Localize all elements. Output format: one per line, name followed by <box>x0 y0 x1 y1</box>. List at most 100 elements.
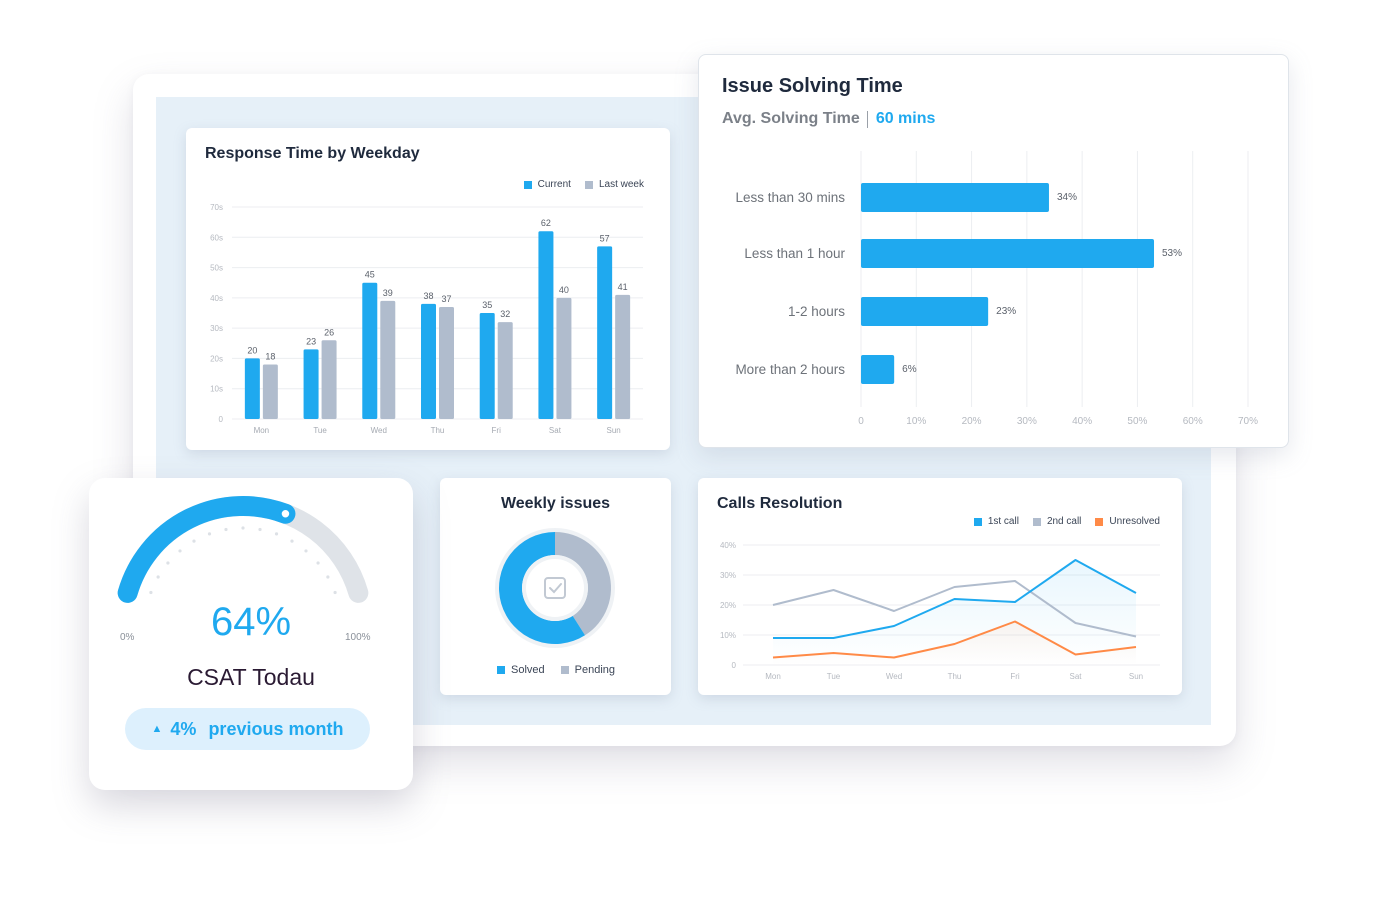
x-tick-label: Wed <box>886 672 902 681</box>
bar-last-week <box>615 294 631 419</box>
bar-value-label: 62 <box>541 218 551 228</box>
x-tick-label: 60% <box>1183 416 1203 427</box>
legend-label-solved: Solved <box>511 664 545 676</box>
gauge-tick-dot <box>178 549 182 553</box>
issue-solving-card: Issue Solving Time Avg. Solving Time 60 … <box>698 54 1289 448</box>
gauge-tick-dot <box>326 575 330 579</box>
bar <box>861 239 1155 268</box>
x-tick-label: Fri <box>1010 672 1020 681</box>
calls-resolution-card: Calls Resolution 1st call 2nd call Unres… <box>698 478 1182 695</box>
weekly-issues-chart <box>495 528 615 648</box>
gauge-max-label: 100% <box>345 632 371 643</box>
weekly-issues-card: Weekly issues Solved Pending <box>440 478 671 695</box>
y-tick-label: 0 <box>732 661 737 670</box>
gauge-min-label: 0% <box>120 632 135 643</box>
y-tick-label: 20s <box>210 354 223 363</box>
x-tick-label: 20% <box>962 416 982 427</box>
calls-resolution-chart: 0 10% 20% 30% 40% Mon Tue Wed Thu Fri Sat Sun <box>720 541 1160 681</box>
gauge-marker <box>279 507 292 521</box>
gauge-tick-dot <box>224 527 228 532</box>
x-tick-label: Tue <box>827 672 841 681</box>
x-tick-label: Sun <box>1129 672 1143 681</box>
bar-current <box>303 349 319 419</box>
y-tick-label: 70s <box>210 203 223 212</box>
bar-value-label: 35 <box>482 300 492 310</box>
bar-value-label: 32 <box>500 309 510 319</box>
bar-value-label: 38 <box>423 291 433 301</box>
category-label: More than 2 hours <box>735 362 845 377</box>
x-tick-label: 40% <box>1072 416 1092 427</box>
gauge-tick-dot <box>304 549 308 553</box>
bar-value-label: 37 <box>441 294 451 304</box>
x-tick-label: Wed <box>371 426 387 435</box>
gauge-tick-dot <box>192 539 196 543</box>
gauge-tick-dot <box>258 527 262 532</box>
bar-value-label: 26 <box>324 327 334 337</box>
x-tick-label: 50% <box>1127 416 1147 427</box>
gauge-tick-dot <box>290 539 294 543</box>
bar-current <box>421 303 436 419</box>
bar-value-label: 18 <box>265 351 275 361</box>
x-tick-label: Thu <box>948 672 962 681</box>
y-tick-label: 30% <box>720 571 736 580</box>
bar-current <box>362 282 378 419</box>
bar-value-label: 40 <box>559 285 569 295</box>
gauge-tick-dot <box>207 532 212 536</box>
bar-last-week <box>439 306 454 419</box>
gauge-tick-dot <box>149 590 153 595</box>
bar-value-label: 41 <box>618 282 628 292</box>
x-tick-label: 10% <box>906 416 926 427</box>
legend-solved[interactable]: Solved <box>497 664 545 676</box>
legend-swatch-solved <box>497 666 505 674</box>
bar-current <box>244 358 260 419</box>
bar-value-label: 57 <box>600 233 610 243</box>
response-time-chart: 0 10s 20s 30s 40s 50s 60s 70s Mon 20 18 Tue 23 26 Wed 4… <box>210 203 643 435</box>
x-tick-label: Sat <box>549 426 562 435</box>
bar <box>861 183 1049 212</box>
x-tick-label: 0 <box>858 416 864 427</box>
x-tick-label: 70% <box>1238 416 1258 427</box>
legend-label-pending: Pending <box>574 664 616 676</box>
trend-label: previous month <box>208 718 344 739</box>
bar-value-label: 20 <box>247 345 257 355</box>
gauge-tick-dot <box>156 575 160 579</box>
bar-value-label: 23% <box>996 306 1016 317</box>
y-tick-label: 10s <box>210 385 223 394</box>
gauge-fill <box>117 496 296 603</box>
legend-pending[interactable]: Pending <box>560 664 616 676</box>
csat-card: 64% 0% 100% CSAT Todau ▲ 4% previous mon… <box>89 478 413 790</box>
trend-badge: ▲ 4% previous month <box>125 708 370 750</box>
donut-hole <box>526 559 584 617</box>
x-tick-label: Mon <box>254 426 270 435</box>
gauge-tick-dot <box>333 590 337 595</box>
y-tick-label: 0 <box>219 415 224 424</box>
bar-current <box>597 246 613 419</box>
bar-last-week <box>321 340 337 419</box>
x-tick-label: Fri <box>492 426 502 435</box>
y-tick-label: 50s <box>210 264 223 273</box>
bar-last-week <box>497 322 513 419</box>
bar-value-label: 53% <box>1162 248 1182 259</box>
gauge-tick-dot <box>166 561 170 565</box>
gauge-tick-dot <box>316 561 320 565</box>
bar-value-label: 6% <box>902 364 917 375</box>
trend-value: 4% <box>170 718 197 739</box>
category-label: 1-2 hours <box>788 304 845 319</box>
bar-last-week <box>380 300 396 419</box>
category-label: Less than 30 mins <box>735 190 845 205</box>
x-tick-label: Tue <box>313 426 327 435</box>
bar-last-week <box>262 364 278 419</box>
bar-current <box>538 231 554 419</box>
y-tick-label: 40s <box>210 294 223 303</box>
weekly-legend: Solved Pending <box>497 664 615 676</box>
x-tick-label: Sat <box>1069 672 1082 681</box>
gauge-tick-dot <box>274 532 279 536</box>
x-tick-label: 30% <box>1017 416 1037 427</box>
y-tick-label: 30s <box>210 324 223 333</box>
bar <box>861 355 895 384</box>
trend-up-icon: ▲ <box>151 723 163 735</box>
bar-last-week <box>556 297 572 419</box>
x-tick-label: Thu <box>431 426 445 435</box>
response-time-card: Response Time by Weekday Current Last we… <box>186 128 670 450</box>
issue-solving-chart: 0 10% 20% 30% 40% 50% 60% 70% Less than 30 mins 3… <box>735 151 1258 427</box>
